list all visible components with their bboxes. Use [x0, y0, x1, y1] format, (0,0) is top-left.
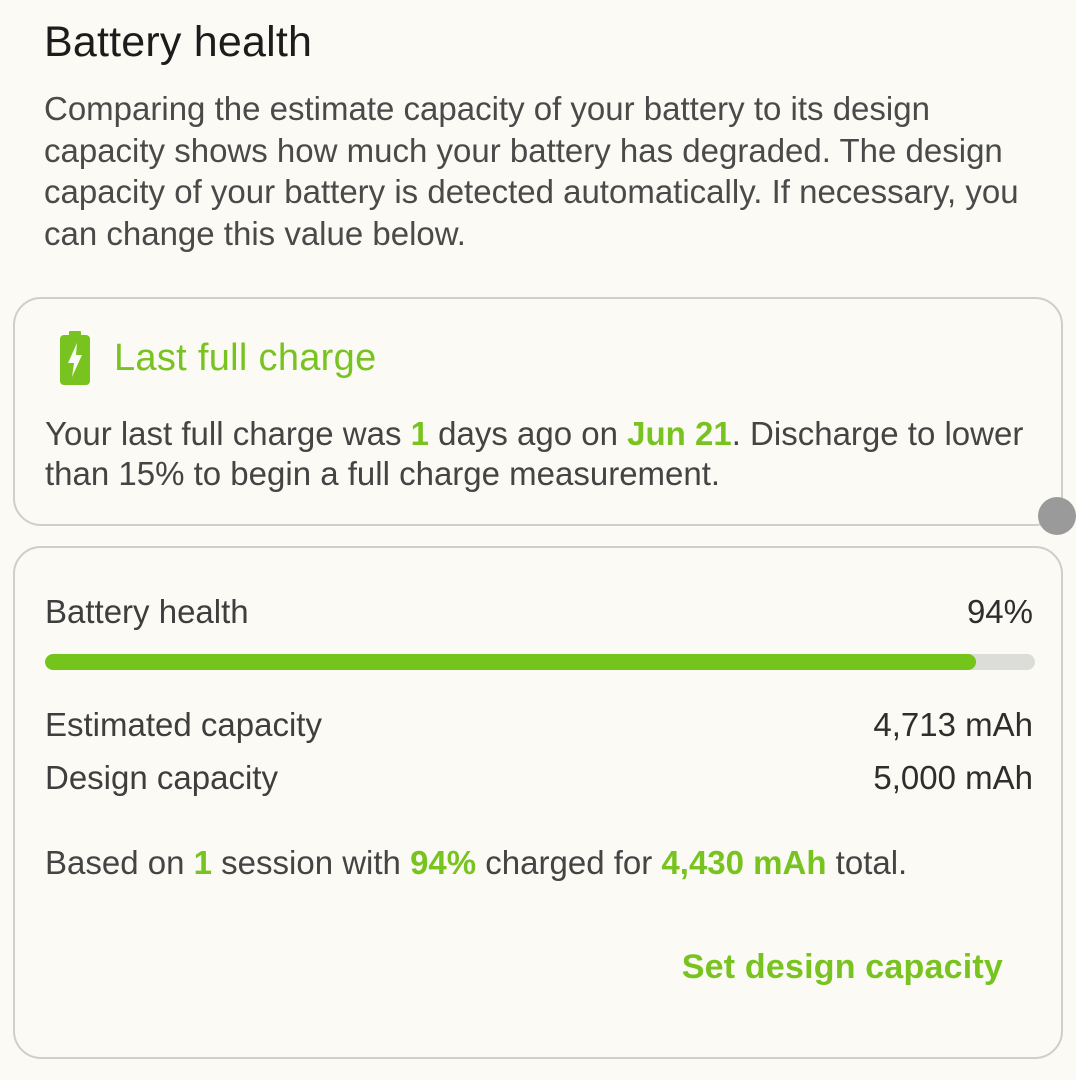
set-design-capacity-button[interactable]: Set design capacity [682, 948, 1003, 987]
sessions-summary: Based on 1 session with 94% charged for … [45, 844, 1045, 882]
scroll-handle[interactable] [1038, 497, 1076, 535]
charge-text-prefix: Your last full charge was [45, 415, 411, 452]
charged-percent: 94% [410, 844, 477, 881]
summary-prefix: Based on [45, 844, 194, 881]
last-full-charge-card: Last full charge Your last full charge w… [13, 297, 1063, 526]
battery-health-label: Battery health [45, 593, 249, 630]
estimated-capacity-value: 4,713 mAh [873, 706, 1033, 743]
battery-health-value: 94% [966, 593, 1033, 630]
design-capacity-label: Design capacity [45, 759, 278, 796]
charge-days-value: 1 [410, 415, 430, 452]
section-title: Battery health [44, 18, 313, 66]
summary-mid-1: session with [211, 844, 411, 881]
summary-mid-2: charged for [476, 844, 662, 881]
battery-health-progress-fill [45, 654, 976, 670]
charged-mah: 4,430 mAh [661, 844, 827, 881]
battery-health-row: Battery health 94% [45, 593, 1033, 631]
last-full-charge-text: Your last full charge was 1 days ago on … [45, 414, 1035, 494]
sessions-count: 1 [193, 844, 212, 881]
intro-description: Comparing the estimate capacity of your … [44, 90, 1019, 252]
battery-health-progress-track [45, 654, 1035, 670]
last-full-charge-title: Last full charge [114, 336, 377, 379]
charge-text-mid: days ago on [429, 415, 628, 452]
battery-health-screen: Battery health Comparing the estimate ca… [0, 0, 1076, 1080]
design-capacity-row: Design capacity 5,000 mAh [45, 759, 1033, 797]
battery-charging-icon [60, 331, 90, 385]
estimated-capacity-row: Estimated capacity 4,713 mAh [45, 706, 1033, 744]
charge-date-value: Jun 21 [627, 415, 732, 452]
battery-health-card: Battery health 94% Estimated capacity 4,… [13, 546, 1063, 1059]
summary-suffix: total. [826, 844, 908, 881]
design-capacity-value: 5,000 mAh [873, 759, 1033, 796]
estimated-capacity-label: Estimated capacity [45, 706, 322, 743]
last-full-charge-header: Last full charge [60, 331, 377, 385]
